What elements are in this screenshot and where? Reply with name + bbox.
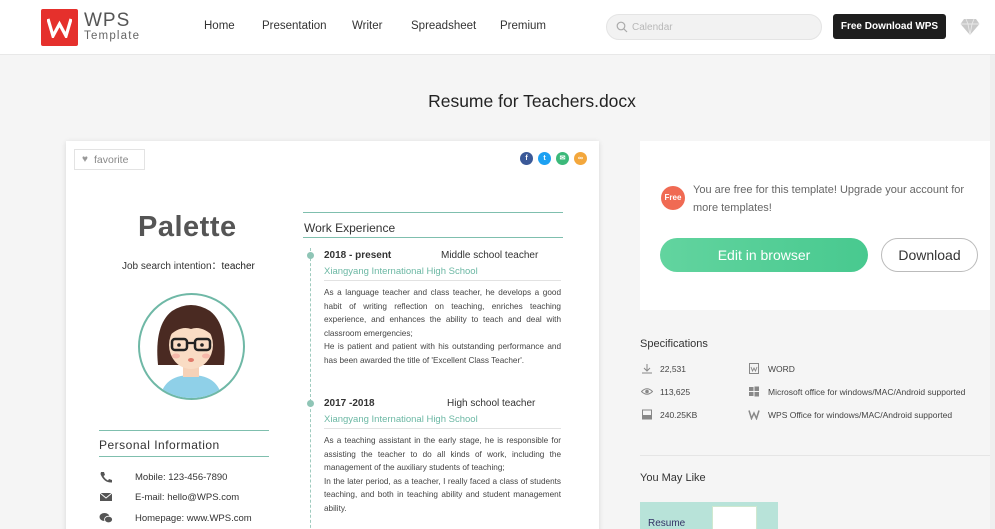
template-preview: ♥ favorite f t ✉ ∞ Palette Job search in… <box>66 141 599 529</box>
job-title: Middle school teacher <box>441 250 539 261</box>
job-desc-para: As a teaching assistant in the early sta… <box>324 436 561 473</box>
wps-icon <box>748 410 760 420</box>
nav-home[interactable]: Home <box>204 20 235 32</box>
job-desc-para: In the later period, as a teacher, I rea… <box>324 476 561 513</box>
nav-writer[interactable]: Writer <box>352 20 382 32</box>
email-icon[interactable]: ✉ <box>556 152 569 165</box>
download-count-icon <box>642 364 652 374</box>
scrollbar[interactable] <box>990 55 995 529</box>
spec-microsoft: Microsoft office for windows/MAC/Android… <box>768 387 966 397</box>
timeline-dot <box>307 400 314 407</box>
job-intention: Job search intention：teacher <box>122 257 255 272</box>
work-experience-heading: Work Experience <box>303 212 563 238</box>
nav-presentation[interactable]: Presentation <box>262 20 327 32</box>
eye-icon <box>641 388 653 395</box>
divider <box>324 428 561 429</box>
top-header: WPS Template Home Presentation Writer Sp… <box>0 0 995 55</box>
windows-icon <box>749 386 759 397</box>
spec-size: 240.25KB <box>660 410 698 420</box>
spec-wps: WPS Office for windows/MAC/Android suppo… <box>768 410 953 420</box>
favorite-label: favorite <box>94 154 129 166</box>
contact-mobile-text: Mobile: 123-456-7890 <box>135 472 228 483</box>
thumbnail-document <box>712 506 757 529</box>
personal-info-heading: Personal Information <box>99 430 269 457</box>
job-title: High school teacher <box>447 398 536 409</box>
divider <box>324 280 561 281</box>
timeline-dot <box>307 252 314 259</box>
diamond-icon[interactable] <box>960 18 980 36</box>
free-message: You are free for this template! Upgrade … <box>693 184 965 214</box>
job-school: Xiangyang International High School <box>324 266 478 277</box>
page-title: Resume for Teachers.docx <box>428 91 636 111</box>
job-desc-para: As a language teacher and class teacher,… <box>324 288 561 338</box>
job-description: As a teaching assistant in the early sta… <box>324 434 561 516</box>
search-box[interactable] <box>606 14 822 40</box>
spec-views: 113,625 <box>660 387 691 397</box>
link-icon[interactable]: ∞ <box>574 152 587 165</box>
job-school: Xiangyang International High School <box>324 414 478 425</box>
nav-spreadsheet[interactable]: Spreadsheet <box>411 20 476 32</box>
related-template-thumbnail[interactable]: Resume <box>640 502 778 529</box>
job-date: 2017 -2018 <box>324 398 375 409</box>
nav-premium[interactable]: Premium <box>500 20 546 32</box>
search-input[interactable] <box>632 19 812 35</box>
spec-downloads: 22,531 <box>660 364 686 374</box>
facebook-icon[interactable]: f <box>520 152 533 165</box>
divider <box>640 455 995 456</box>
job-intention-label: Job search intention： <box>122 261 222 272</box>
wps-logo-icon <box>47 18 72 38</box>
logo-text: WPS <box>84 10 131 31</box>
you-may-like-heading: You May Like <box>640 472 706 484</box>
download-button[interactable]: Download <box>881 238 978 272</box>
contact-email-text: E-mail: hello@WPS.com <box>135 492 240 503</box>
logo-subtext: Template <box>84 30 141 42</box>
word-file-icon <box>749 363 759 374</box>
download-card: Free You are free for this template! Upg… <box>640 141 995 310</box>
twitter-icon[interactable]: t <box>538 152 551 165</box>
job-intention-value: teacher <box>221 261 255 272</box>
favorite-button[interactable]: ♥ favorite <box>74 149 145 170</box>
search-icon <box>616 21 628 33</box>
free-badge: Free <box>661 186 685 210</box>
avatar-illustration <box>157 305 225 398</box>
heart-icon: ♥ <box>82 154 88 165</box>
spec-format: WORD <box>768 364 795 374</box>
job-date: 2018 - present <box>324 250 392 261</box>
mail-icon <box>99 492 113 501</box>
avatar <box>138 293 245 400</box>
wechat-icon <box>99 513 113 524</box>
phone-icon <box>100 472 112 483</box>
thumbnail-label: Resume <box>648 518 686 529</box>
wps-logo[interactable] <box>41 9 78 46</box>
file-size-icon <box>642 409 652 420</box>
timeline-line <box>310 248 311 529</box>
resume-name: Palette <box>138 211 237 243</box>
free-download-button[interactable]: Free Download WPS <box>833 14 946 39</box>
contact-homepage-text: Homepage: www.WPS.com <box>135 513 252 524</box>
job-description: As a language teacher and class teacher,… <box>324 286 561 368</box>
specifications-heading: Specifications <box>640 338 708 350</box>
edit-in-browser-button[interactable]: Edit in browser <box>660 238 868 272</box>
job-desc-para: He is patient and patient with his outst… <box>324 342 561 365</box>
